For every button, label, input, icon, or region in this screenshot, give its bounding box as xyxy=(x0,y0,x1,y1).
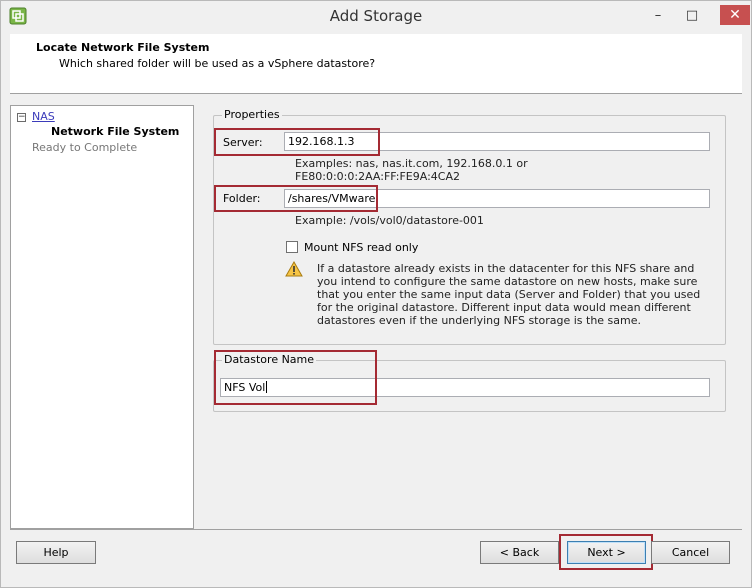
add-storage-window: Add Storage – □ ✕ Locate Network File Sy… xyxy=(0,0,752,588)
page-title: Locate Network File System xyxy=(36,41,210,54)
highlight-folder xyxy=(214,185,378,212)
window-title: Add Storage xyxy=(329,7,423,25)
server-hint-line-1: Examples: nas, nas.it.com, 192.168.0.1 o… xyxy=(295,157,528,170)
footer-divider xyxy=(10,529,742,530)
collapse-icon[interactable]: − xyxy=(17,113,26,122)
next-button[interactable]: Next > xyxy=(567,541,646,564)
back-button[interactable]: < Back xyxy=(480,541,559,564)
mount-read-only-checkbox[interactable] xyxy=(286,241,298,253)
maximize-button[interactable]: □ xyxy=(678,5,706,25)
properties-legend: Properties xyxy=(222,108,282,121)
highlight-server xyxy=(214,128,380,156)
title-bar[interactable]: Add Storage – □ ✕ xyxy=(1,1,751,31)
datastore-warning-text: If a datastore already exists in the dat… xyxy=(317,262,701,327)
minimize-button[interactable]: – xyxy=(644,5,672,25)
page-subtitle: Which shared folder will be used as a vS… xyxy=(59,57,376,70)
nav-step-ready-to-complete: Ready to Complete xyxy=(32,141,138,154)
folder-hint: Example: /vols/vol0/datastore-001 xyxy=(295,214,484,227)
mount-read-only-label[interactable]: Mount NFS read only xyxy=(304,241,418,254)
server-hint-line-2: FE80:0:0:0:2AA:FF:FE9A:4CA2 xyxy=(295,170,460,183)
wizard-header: Locate Network File System Which shared … xyxy=(10,34,742,94)
wizard-steps-panel: − NAS Network File System Ready to Compl… xyxy=(10,105,194,529)
cancel-button[interactable]: Cancel xyxy=(651,541,730,564)
warning-icon xyxy=(285,261,303,277)
highlight-datastore-name xyxy=(214,350,377,405)
nav-step-network-file-system: Network File System xyxy=(51,125,180,138)
help-button[interactable]: Help xyxy=(16,541,96,564)
nav-step-nas[interactable]: NAS xyxy=(32,110,55,123)
close-button[interactable]: ✕ xyxy=(720,5,750,25)
